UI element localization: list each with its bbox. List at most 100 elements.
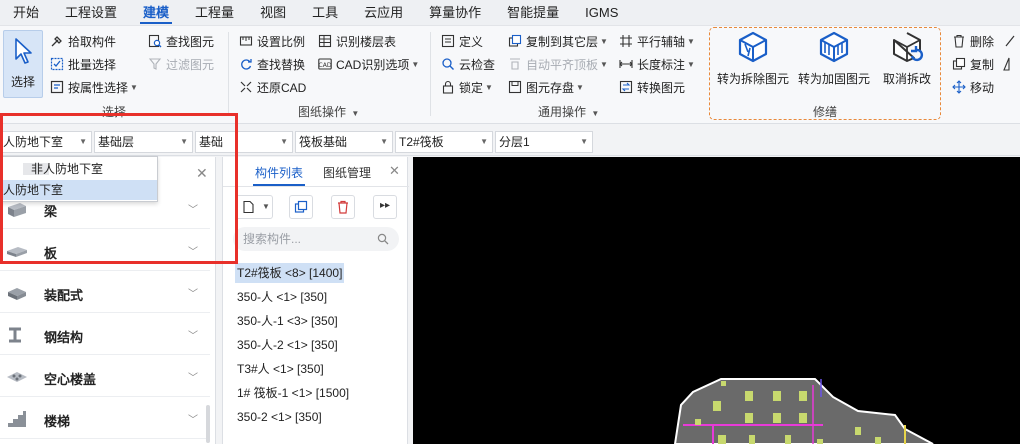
to-reinforce-button[interactable]: 转为加固图元	[796, 30, 872, 87]
component-item[interactable]: T3#人 <1> [350]	[235, 359, 326, 379]
component-item[interactable]: 350-2 <1> [350]	[235, 407, 324, 427]
scale-icon	[239, 34, 253, 48]
define-button[interactable]: 定义	[441, 31, 483, 51]
identify-floor-table-button[interactable]: 识别楼层表	[318, 31, 396, 51]
dropdown-option-non-civil-defense[interactable]: 非人防地下室	[1, 159, 157, 179]
move-icon	[952, 80, 966, 94]
component-select[interactable]: T2#筏板 ▼	[395, 131, 493, 153]
select-by-attribute-button[interactable]: 按属性选择 ▼	[50, 77, 138, 97]
copy-component-button[interactable]	[289, 195, 313, 219]
search-input[interactable]	[233, 227, 399, 251]
column-mark	[749, 435, 755, 444]
tab-component-list[interactable]: 构件列表	[255, 164, 303, 181]
chevron-down-icon[interactable]: ▼	[591, 109, 599, 118]
chevron-down-icon: ▼	[79, 137, 87, 146]
menu-view[interactable]: 视图	[247, 0, 299, 26]
filter-element-button[interactable]: 过滤图元	[148, 54, 214, 74]
component-panel-tabs: 构件列表 图纸管理 ✕	[223, 157, 409, 187]
extend-button[interactable]	[1003, 31, 1020, 51]
set-scale-button[interactable]: 设置比例	[239, 31, 305, 51]
stairs-icon	[8, 411, 26, 427]
component-item[interactable]: 1# 筏板-1 <1> [1500]	[235, 383, 351, 403]
left-panel-scrollbar[interactable]	[206, 405, 210, 443]
chevron-down-icon: ﹀	[188, 247, 198, 258]
floor-table-icon	[318, 34, 332, 48]
cloud-check-button[interactable]: 云检查	[441, 54, 495, 74]
search-icon[interactable]	[377, 233, 389, 245]
floor-plan-drawing	[673, 378, 934, 444]
menu-project-settings[interactable]: 工程设置	[52, 0, 130, 26]
batch-select-button[interactable]: 批量选择	[50, 54, 116, 74]
type-select[interactable]: 基础 ▼	[195, 131, 293, 153]
tab-drawing-manage[interactable]: 图纸管理	[323, 164, 371, 181]
chevron-down-icon[interactable]: ▼	[351, 109, 359, 118]
cancel-demolish-button[interactable]: 取消拆改	[878, 30, 936, 87]
lock-button[interactable]: 锁定 ▼	[441, 77, 493, 97]
cad-options-button[interactable]: CAD CAD识别选项 ▼	[318, 54, 419, 74]
subtype-select[interactable]: 筏板基础 ▼	[295, 131, 393, 153]
align-top-icon	[508, 57, 522, 71]
sublayer-select[interactable]: 分层1 ▼	[495, 131, 593, 153]
cube-reinforce-icon	[817, 30, 851, 64]
category-hollow-floor[interactable]: 空心楼盖 ﹀	[0, 357, 210, 397]
cube-undo-icon	[890, 30, 924, 64]
beam-icon	[8, 203, 26, 217]
floor-select[interactable]: 人防地下室 ▼	[0, 131, 92, 153]
menu-tools[interactable]: 工具	[299, 0, 351, 26]
category-slab[interactable]: 板 ﹀	[0, 231, 210, 271]
delete-component-button[interactable]	[331, 195, 355, 219]
length-mark-button[interactable]: 长度标注 ▼	[619, 54, 695, 74]
menu-quantity[interactable]: 工程量	[182, 0, 247, 26]
parallel-axis-button[interactable]: 平行辅轴 ▼	[619, 31, 695, 51]
more-tools-button[interactable]: ▸▸	[373, 195, 397, 219]
new-component-button[interactable]: ▼	[235, 195, 273, 219]
copy-button[interactable]: 复制	[952, 54, 994, 74]
copy-to-other-floor-button[interactable]: 复制到其它层 ▼	[508, 31, 608, 51]
column-mark	[773, 413, 781, 423]
parallel-axis-icon	[619, 34, 633, 48]
chevron-down-icon: ▼	[180, 137, 188, 146]
menu-start[interactable]: 开始	[0, 0, 52, 26]
save-element-button[interactable]: 图元存盘 ▼	[508, 77, 584, 97]
component-item[interactable]: 350-人-2 <1> [350]	[235, 335, 340, 355]
mirror-button[interactable]	[1003, 54, 1020, 74]
move-button[interactable]: 移动	[952, 77, 994, 97]
convert-element-button[interactable]: 转换图元	[619, 77, 685, 97]
chevron-down-icon: ▼	[580, 137, 588, 146]
layer-select-bar: 人防地下室 ▼ 基础层 ▼ 基础 ▼ 筏板基础 ▼ T2#筏板 ▼ 分层1 ▼	[0, 128, 1020, 156]
to-demolish-button[interactable]: 转为拆除图元	[715, 30, 791, 87]
component-item[interactable]: T2#筏板 <8> [1400]	[235, 263, 345, 283]
close-icon[interactable]: ✕	[196, 165, 208, 182]
auto-align-top-slab-button[interactable]: 自动平齐顶板 ▼	[508, 54, 608, 74]
component-item[interactable]: 350-人-1 <3> [350]	[235, 311, 340, 331]
menu-collaboration[interactable]: 算量协作	[416, 0, 494, 26]
find-element-button[interactable]: 查找图元	[148, 31, 214, 51]
attribute-select-icon	[50, 80, 64, 94]
menu-igms[interactable]: IGMS	[572, 0, 631, 26]
ribbon-separator	[430, 32, 431, 116]
category-stairs[interactable]: 楼梯 ﹀	[0, 399, 210, 439]
dropdown-option-civil-defense[interactable]: 人防地下室	[1, 180, 157, 200]
find-replace-button[interactable]: 查找替换	[239, 54, 305, 74]
menu-modeling[interactable]: 建模	[130, 0, 182, 26]
column-mark	[875, 437, 881, 444]
trash-icon	[338, 200, 348, 214]
close-icon[interactable]: ✕	[389, 163, 400, 179]
batch-select-icon	[50, 57, 64, 71]
drawing-canvas[interactable]	[413, 157, 1020, 444]
delete-button[interactable]: 删除	[952, 31, 994, 51]
menu-smart-extract[interactable]: 智能提量	[494, 0, 572, 26]
category-steel-structure[interactable]: 钢结构 ﹀	[0, 315, 210, 355]
column-mark	[799, 391, 807, 401]
restore-cad-button[interactable]: 还原CAD	[239, 77, 306, 97]
component-item[interactable]: 350-人 <1> [350]	[235, 287, 329, 307]
pick-component-button[interactable]: 拾取构件	[50, 31, 116, 51]
level-select[interactable]: 基础层 ▼	[94, 131, 193, 153]
select-label: 选择	[10, 75, 35, 89]
column-mark	[695, 419, 701, 425]
menu-cloud[interactable]: 云应用	[351, 0, 416, 26]
find-element-icon	[148, 34, 162, 48]
category-prefab[interactable]: 装配式 ﹀	[0, 273, 210, 313]
chevron-down-icon: ▼	[411, 59, 420, 69]
select-button[interactable]: 选择	[3, 30, 43, 98]
